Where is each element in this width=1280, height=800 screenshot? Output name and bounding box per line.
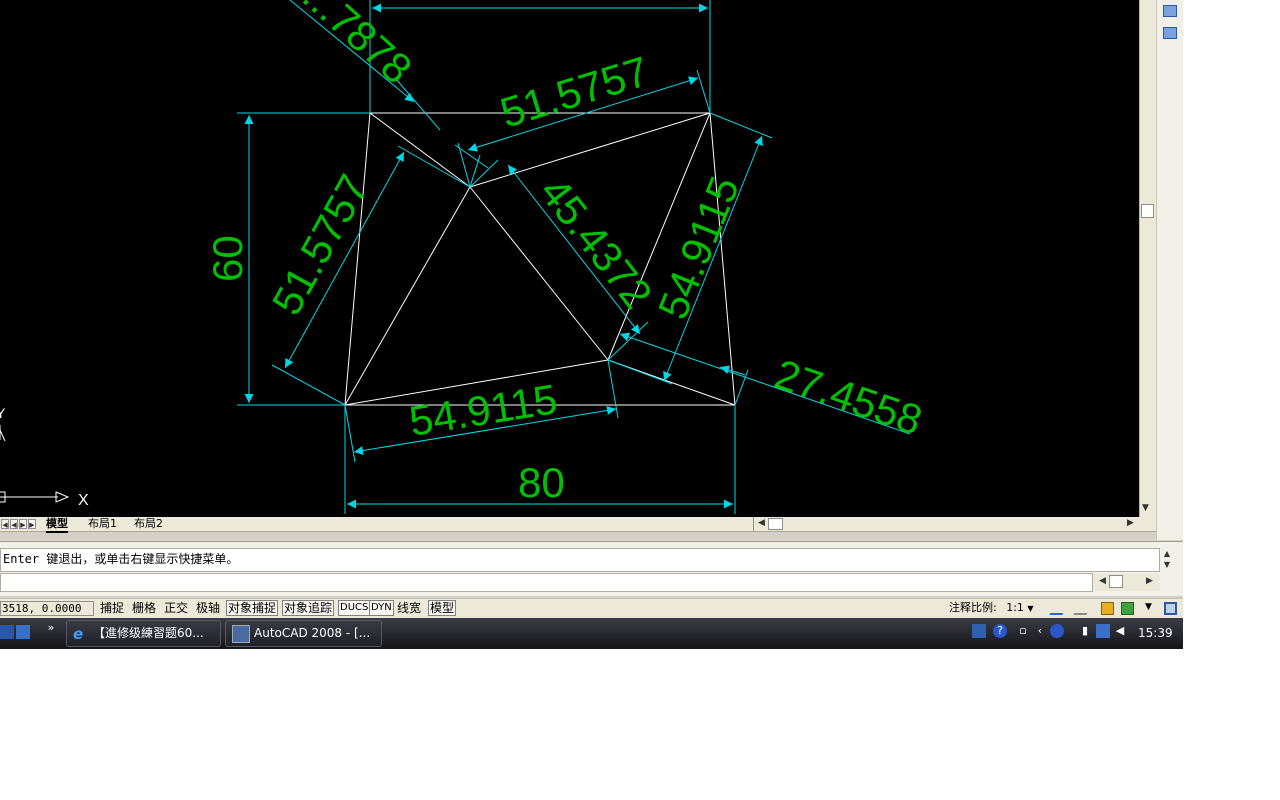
toolbar-status-icon[interactable] [1121,602,1134,615]
dyn-toggle[interactable]: DYN [369,600,394,616]
window-cascade-icon[interactable] [1163,5,1177,17]
dim-text-bottom-diagonal[interactable]: 54.9115 [406,375,560,445]
annotation-scale[interactable]: 注释比例: 1:1 ▼ [949,600,1034,617]
clean-screen-icon[interactable] [1164,602,1177,615]
tab-prev-icon[interactable]: ◀ [10,519,18,529]
dim-text-top-partial[interactable]: ...7878 [294,0,421,93]
command-input[interactable] [0,573,1093,592]
annotation-scale-value[interactable]: 1:1 [1006,601,1024,614]
ucs-y-label: Y [0,405,6,421]
drawing-canvas[interactable]: ...7878 51.5757 60 51.5757 45.4372 54.91… [0,0,1139,517]
task-browser[interactable]: e 【進修级練習题60... [66,620,221,647]
dim-text-right-diagonal[interactable]: 54.9115 [649,170,748,325]
window-tile-icon[interactable] [1163,27,1177,39]
annotation-scale-label: 注释比例: [949,601,997,614]
ucs-icon: X Y [0,405,89,509]
ortho-toggle[interactable]: 正交 [164,600,188,616]
horizontal-scrollbar[interactable] [753,517,1139,531]
osnap-toggle[interactable]: 对象捕捉 [226,600,279,616]
show-desktop-icon[interactable] [0,625,14,639]
clock[interactable]: 15:39 [1138,618,1173,649]
dim-text-left-diagonal[interactable]: 51.5757 [263,167,378,323]
vertical-scroll-thumb[interactable] [1141,204,1154,218]
status-menu-icon[interactable]: ▼ [1145,602,1158,615]
command-scroll-right-icon[interactable]: ▶ [1146,576,1153,586]
help-icon[interactable]: ? [993,624,1007,638]
command-scroll-icon[interactable]: ▲ ▼ [1160,548,1174,572]
dim-text-center-diagonal[interactable]: 45.4372 [531,169,662,318]
tab-last-icon[interactable]: ▶ [28,519,36,529]
horizontal-scroll-thumb[interactable] [768,518,783,530]
vertical-scrollbar[interactable] [1139,0,1156,517]
network-icon[interactable] [1096,624,1110,638]
security-shield-icon[interactable] [1050,624,1064,638]
tab-next-icon[interactable]: ▶ [19,519,27,529]
tab-layout1[interactable]: 布局1 [88,517,117,531]
task-browser-label: 【進修级練習题60... [93,626,204,640]
command-scroll-left-icon[interactable]: ◀ [1099,576,1106,586]
polar-toggle[interactable]: 极轴 [196,600,220,616]
drawing-svg[interactable]: ...7878 51.5757 60 51.5757 45.4372 54.91… [0,0,1139,517]
dim-text-right-outer[interactable]: 27.4558 [769,350,928,444]
task-autocad-label: AutoCAD 2008 - [... [254,626,371,640]
snap-toggle[interactable]: 捕捉 [100,600,124,616]
lock-icon[interactable] [1101,602,1114,615]
device-icon[interactable]: ▮ [1078,624,1092,638]
edge-left [344,112,371,406]
tab-model[interactable]: 模型 [46,517,68,533]
scroll-left-arrow-icon[interactable]: ◀ [758,518,765,528]
tab-first-icon[interactable]: ◀ [1,519,9,529]
dim-text-bottom-width[interactable]: 80 [518,459,565,506]
right-tool-panel [1156,0,1183,540]
lineweight-toggle[interactable]: 线宽 [397,600,421,616]
quicklaunch-overflow-icon[interactable]: » [44,621,58,635]
volume-icon[interactable]: ◀ [1113,624,1127,638]
command-scroll-thumb[interactable] [1109,575,1123,588]
quick-launch-icon[interactable] [16,625,30,639]
tray-expand-icon[interactable]: ‹ [1033,624,1047,638]
tray-restore-icon[interactable]: ▫ [1016,624,1030,638]
edge-inner-c [344,186,471,406]
model-toggle[interactable]: 模型 [428,600,457,616]
dim-text-left-vertical[interactable]: 60 [204,235,251,282]
ime-icon[interactable] [972,624,986,638]
otrack-toggle[interactable]: 对象追踪 [282,600,335,616]
scroll-down-arrow-icon[interactable]: ▼ [1142,503,1149,513]
ie-icon: e [73,624,84,643]
scroll-right-arrow-icon[interactable]: ▶ [1127,518,1134,528]
command-history-line: Enter 键退出，或单击右键显示快捷菜单。 [0,548,1160,572]
command-horizontal-scrollbar[interactable]: ◀ ▶ [1093,574,1160,591]
autocad-icon [232,624,250,643]
task-autocad[interactable]: AutoCAD 2008 - [... [225,620,382,647]
ducs-toggle[interactable]: DUCS [338,600,371,616]
edge-inner-a [369,112,471,188]
dim-text-top-diagonal[interactable]: 51.5757 [495,47,654,136]
autocad-window: ...7878 51.5757 60 51.5757 45.4372 54.91… [0,0,1183,649]
scale-dropdown-icon[interactable]: ▼ [1027,604,1033,613]
tab-layout2[interactable]: 布局2 [134,517,163,531]
grid-toggle[interactable]: 栅格 [132,600,156,616]
coordinate-readout[interactable]: 3518, 0.0000 [0,601,94,616]
ucs-x-label: X [78,492,89,509]
